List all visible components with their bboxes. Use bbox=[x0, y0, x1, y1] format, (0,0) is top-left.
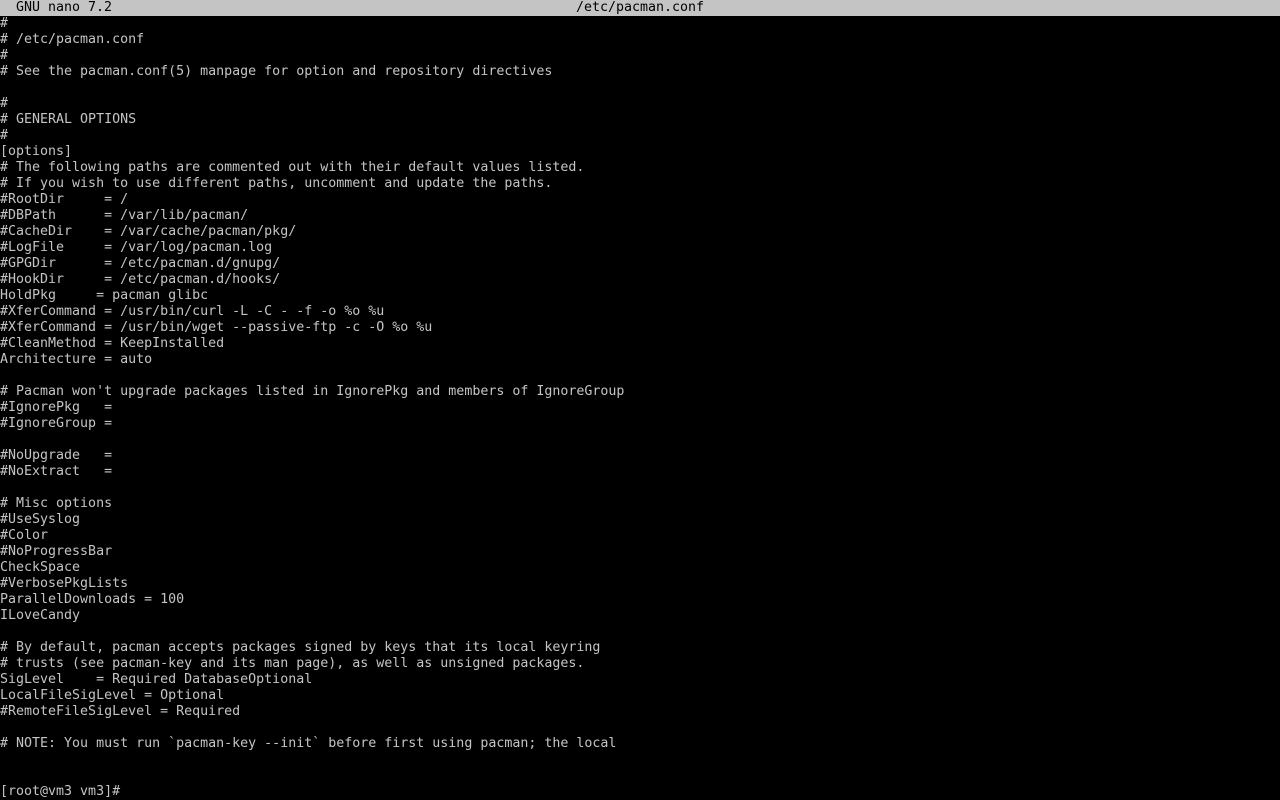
editor-line[interactable]: #NoExtract = bbox=[0, 464, 1280, 480]
editor-line[interactable]: [options] bbox=[0, 144, 1280, 160]
editor-line[interactable]: # Pacman won't upgrade packages listed i… bbox=[0, 384, 1280, 400]
shell-prompt[interactable]: [root@vm3 vm3]# bbox=[0, 784, 120, 800]
editor-line[interactable]: # bbox=[0, 48, 1280, 64]
editor-line[interactable]: #IgnorePkg = bbox=[0, 400, 1280, 416]
editor-line[interactable]: HoldPkg = pacman glibc bbox=[0, 288, 1280, 304]
editor-line[interactable]: # GENERAL OPTIONS bbox=[0, 112, 1280, 128]
editor-line[interactable]: # The following paths are commented out … bbox=[0, 160, 1280, 176]
open-file-name: /etc/pacman.conf bbox=[575, 0, 705, 15]
editor-line[interactable]: LocalFileSigLevel = Optional bbox=[0, 688, 1280, 704]
editor-line[interactable]: #Color bbox=[0, 528, 1280, 544]
editor-line[interactable] bbox=[0, 624, 1280, 640]
editor-line[interactable] bbox=[0, 480, 1280, 496]
editor-line[interactable]: #XferCommand = /usr/bin/wget --passive-f… bbox=[0, 320, 1280, 336]
editor-line[interactable]: #CleanMethod = KeepInstalled bbox=[0, 336, 1280, 352]
editor-line[interactable]: #IgnoreGroup = bbox=[0, 416, 1280, 432]
editor-text-area[interactable]: # # /etc/pacman.conf # # See the pacman.con… bbox=[0, 16, 1280, 752]
editor-line[interactable]: # bbox=[0, 96, 1280, 112]
editor-line[interactable]: #NoProgressBar bbox=[0, 544, 1280, 560]
editor-line[interactable]: # Misc options bbox=[0, 496, 1280, 512]
editor-line[interactable]: # See the pacman.conf(5) manpage for opt… bbox=[0, 64, 1280, 80]
nano-title-bar: GNU nano 7.2 /etc/pacman.conf bbox=[0, 0, 1280, 16]
editor-line[interactable]: #VerbosePkgLists bbox=[0, 576, 1280, 592]
editor-line[interactable]: # /etc/pacman.conf bbox=[0, 32, 1280, 48]
editor-line[interactable]: # trusts (see pacman-key and its man pag… bbox=[0, 656, 1280, 672]
editor-line[interactable]: #DBPath = /var/lib/pacman/ bbox=[0, 208, 1280, 224]
editor-line[interactable]: ParallelDownloads = 100 bbox=[0, 592, 1280, 608]
editor-line[interactable]: # By default, pacman accepts packages si… bbox=[0, 640, 1280, 656]
editor-line[interactable] bbox=[0, 368, 1280, 384]
terminal-screen[interactable]: GNU nano 7.2 /etc/pacman.conf # # /etc/pa… bbox=[0, 0, 1280, 800]
editor-line[interactable]: Architecture = auto bbox=[0, 352, 1280, 368]
editor-line[interactable]: #HookDir = /etc/pacman.d/hooks/ bbox=[0, 272, 1280, 288]
editor-line[interactable]: #RootDir = / bbox=[0, 192, 1280, 208]
editor-line[interactable]: SigLevel = Required DatabaseOptional bbox=[0, 672, 1280, 688]
editor-line[interactable]: # NOTE: You must run `pacman-key --init`… bbox=[0, 736, 1280, 752]
editor-line[interactable]: # bbox=[0, 128, 1280, 144]
editor-line[interactable]: CheckSpace bbox=[0, 560, 1280, 576]
editor-line[interactable]: #NoUpgrade = bbox=[0, 448, 1280, 464]
editor-line[interactable] bbox=[0, 432, 1280, 448]
editor-line[interactable]: # bbox=[0, 16, 1280, 32]
editor-line[interactable]: #GPGDir = /etc/pacman.d/gnupg/ bbox=[0, 256, 1280, 272]
editor-line[interactable]: # If you wish to use different paths, un… bbox=[0, 176, 1280, 192]
editor-line[interactable]: #XferCommand = /usr/bin/curl -L -C - -f … bbox=[0, 304, 1280, 320]
editor-line[interactable]: #RemoteFileSigLevel = Required bbox=[0, 704, 1280, 720]
editor-line[interactable] bbox=[0, 80, 1280, 96]
editor-line[interactable]: #CacheDir = /var/cache/pacman/pkg/ bbox=[0, 224, 1280, 240]
editor-line[interactable]: #UseSyslog bbox=[0, 512, 1280, 528]
editor-line[interactable]: ILoveCandy bbox=[0, 608, 1280, 624]
editor-line[interactable]: #LogFile = /var/log/pacman.log bbox=[0, 240, 1280, 256]
editor-line[interactable] bbox=[0, 720, 1280, 736]
